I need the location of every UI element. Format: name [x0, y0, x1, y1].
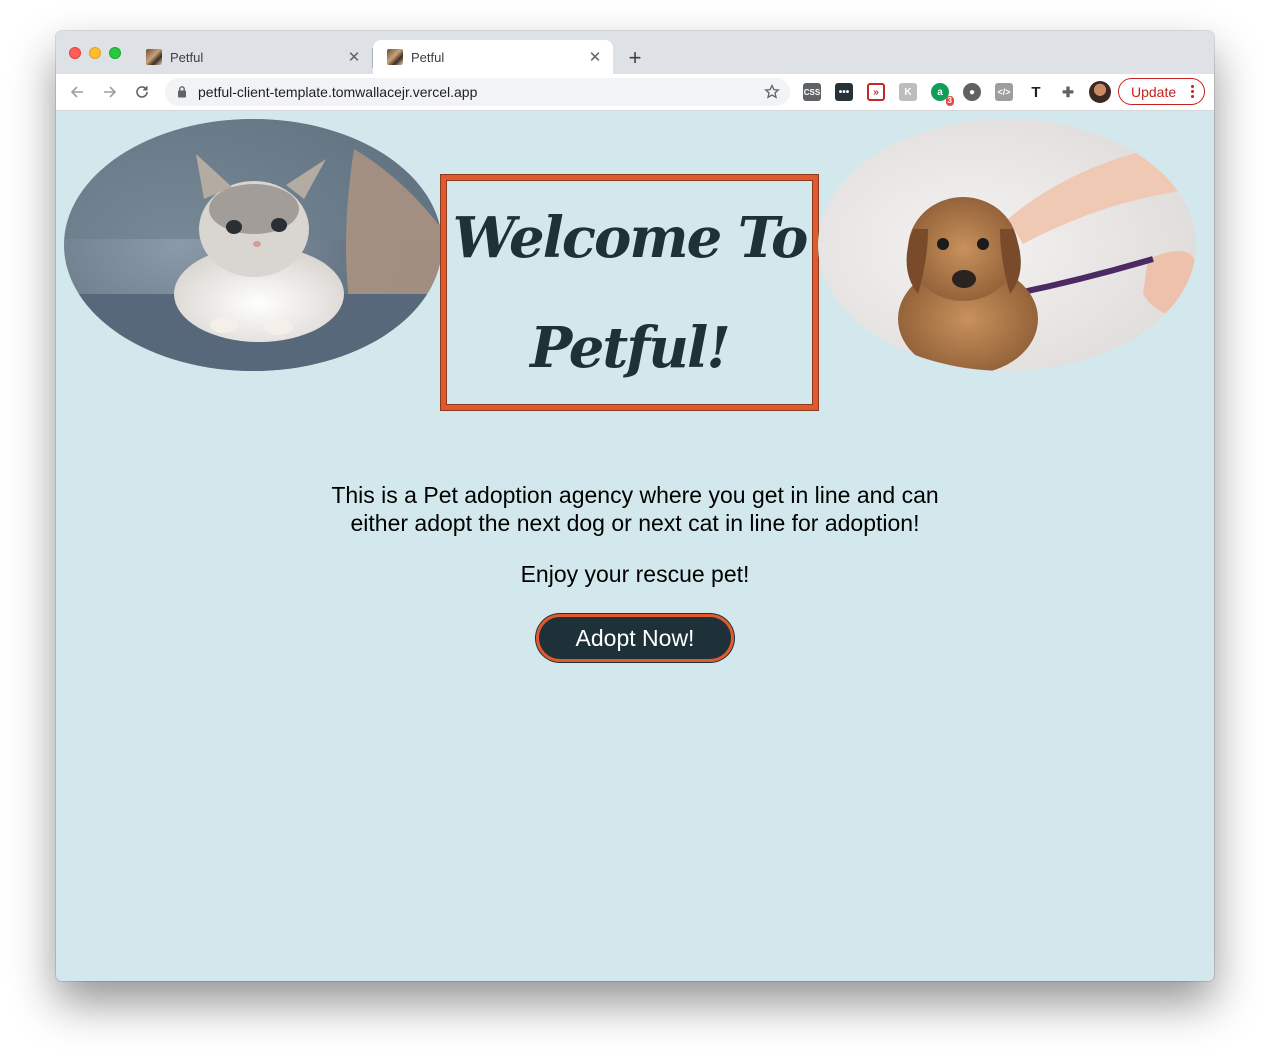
lock-icon	[178, 86, 186, 98]
adopt-now-button[interactable]: Adopt Now!	[536, 614, 734, 662]
code-extension-icon[interactable]: </>	[995, 83, 1013, 101]
description: This is a Pet adoption agency where you …	[56, 481, 1214, 537]
grammar-extension-icon[interactable]: a3	[931, 83, 954, 106]
fast-forward-extension-icon[interactable]: »	[867, 83, 885, 101]
kitten-image	[64, 119, 442, 371]
forward-button[interactable]	[98, 80, 122, 104]
profile-avatar[interactable]	[1089, 81, 1111, 103]
address-bar[interactable]: petful-client-template.tomwallacejr.verc…	[165, 78, 790, 106]
update-button[interactable]: Update	[1118, 78, 1205, 105]
petful-favicon-icon	[146, 49, 162, 65]
close-window-button[interactable]	[69, 47, 81, 59]
k-extension-icon[interactable]: K	[899, 83, 917, 101]
page-content: Welcome To Petful! This is a Pet adoptio…	[56, 111, 1214, 981]
arrow-left-icon	[70, 86, 83, 98]
enjoy-text: Enjoy your rescue pet!	[520, 561, 750, 587]
puzzle-extensions-icon[interactable]: ✚	[1059, 83, 1077, 101]
css-extension-icon[interactable]: CSS	[803, 83, 821, 101]
browser-window: Petful ✕ Petful ✕ + petful-client-templa…	[56, 31, 1214, 981]
update-label: Update	[1131, 83, 1177, 100]
tab-petful-1[interactable]: Petful ✕	[132, 40, 372, 74]
back-button[interactable]	[65, 80, 89, 104]
reload-icon	[136, 86, 148, 98]
reload-button[interactable]	[130, 80, 154, 104]
tab-close-icon[interactable]: ✕	[346, 49, 362, 66]
description-text: This is a Pet adoption agency where you …	[331, 482, 939, 536]
menu-dots-icon	[1191, 85, 1194, 98]
text-extension-icon[interactable]: T	[1027, 83, 1045, 101]
bookmark-star-icon[interactable]	[762, 82, 782, 102]
browser-toolbar: petful-client-template.tomwallacejr.verc…	[56, 74, 1214, 111]
more-extension-icon[interactable]: •••	[835, 83, 853, 101]
welcome-title-box: Welcome To Petful!	[441, 175, 818, 410]
minimize-window-button[interactable]	[89, 47, 101, 59]
new-tab-button[interactable]: +	[621, 45, 649, 70]
arrow-right-icon	[104, 86, 117, 98]
tab-close-icon[interactable]: ✕	[587, 49, 603, 66]
maximize-window-button[interactable]	[109, 47, 121, 59]
tab-strip: Petful ✕ Petful ✕ +	[56, 31, 1214, 74]
page-title: Welcome To Petful!	[452, 204, 809, 381]
petful-favicon-icon	[387, 49, 403, 65]
tab-petful-2[interactable]: Petful ✕	[373, 40, 613, 74]
tab-title: Petful	[411, 49, 445, 65]
url-text: petful-client-template.tomwallacejr.verc…	[198, 84, 478, 100]
record-extension-icon[interactable]: ●	[963, 83, 981, 101]
tab-title: Petful	[170, 49, 204, 65]
dog-image	[818, 119, 1196, 371]
extension-badge: 3	[945, 96, 954, 106]
